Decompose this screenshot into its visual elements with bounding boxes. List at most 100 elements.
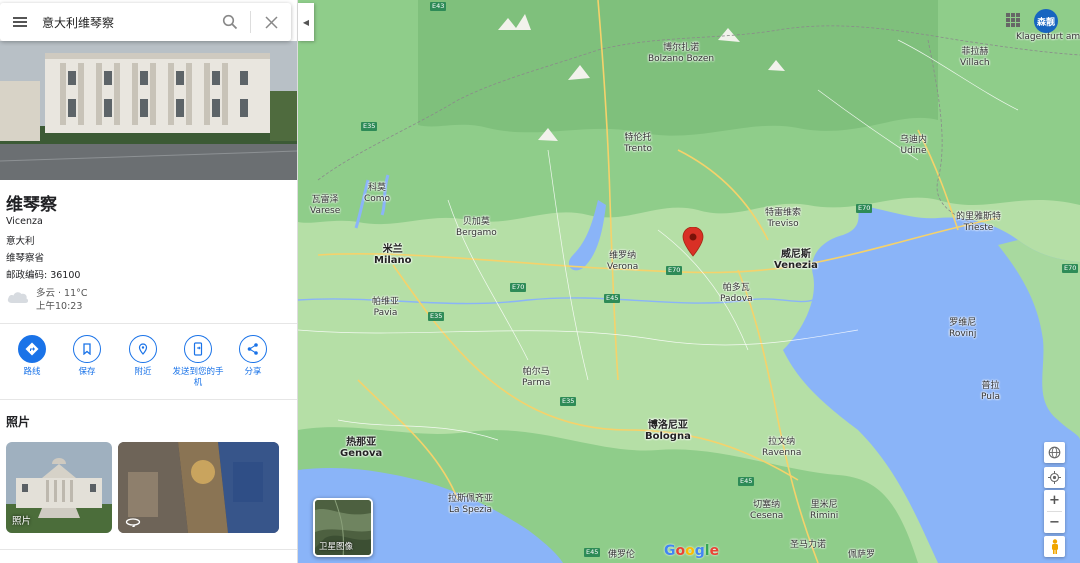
zoom-out-button[interactable]: − bbox=[1044, 512, 1065, 533]
bookmark-icon bbox=[73, 335, 101, 363]
city-label-la-spezia[interactable]: 拉斯佩齐亚 La Spezia bbox=[448, 494, 493, 516]
photo-360-thumbnail[interactable] bbox=[118, 442, 279, 533]
place-panel: 维琴察 Vicenza 意大利 维琴察省 邮政编码: 36100 多云 · 11… bbox=[0, 0, 298, 563]
road-shield: E45 bbox=[604, 294, 621, 303]
my-location-button[interactable] bbox=[1044, 467, 1065, 488]
zoom-controls: + − bbox=[1044, 490, 1065, 533]
city-label-verona[interactable]: 维罗纳 Verona bbox=[607, 251, 638, 273]
apps-grid-icon[interactable] bbox=[1006, 13, 1020, 27]
weather-widget: 多云 · 11°C 上午10:23 bbox=[6, 285, 206, 313]
address-line-country: 意大利 bbox=[6, 236, 35, 247]
send-to-phone-icon bbox=[184, 335, 212, 363]
address-line-postcode: 邮政编码: 36100 bbox=[6, 270, 81, 281]
search-input[interactable]: 意大利维琴察 bbox=[40, 14, 210, 31]
nearby-button[interactable]: 附近 bbox=[115, 335, 171, 378]
directions-button[interactable]: 路线 bbox=[4, 335, 60, 378]
city-label-rimini[interactable]: 里米尼 Rimini bbox=[810, 500, 838, 522]
360-view-icon bbox=[125, 518, 141, 527]
directions-label: 路线 bbox=[23, 367, 41, 377]
maps-app: 博尔扎诺 Bolzano Bozen 特伦托 Trento 瓦雷泽 Varese 科莫… bbox=[0, 0, 1080, 563]
share-icon bbox=[239, 335, 267, 363]
city-label-pavia[interactable]: 帕维亚 Pavia bbox=[372, 297, 399, 319]
city-label-villach[interactable]: 菲拉赫 Villach bbox=[960, 47, 990, 69]
my-location-icon bbox=[1048, 471, 1061, 484]
road-shield: E70 bbox=[666, 266, 683, 275]
chevron-left-icon: ◀ bbox=[302, 17, 310, 27]
city-label-ravenna[interactable]: 拉文纳 Ravenna bbox=[762, 437, 801, 459]
nearby-label: 附近 bbox=[134, 367, 152, 377]
cloud-icon bbox=[7, 292, 29, 303]
place-title: 维琴察 bbox=[6, 195, 57, 215]
city-label-udine[interactable]: 乌迪内 Udine bbox=[900, 135, 927, 157]
menu-icon[interactable] bbox=[0, 3, 40, 41]
globe-view-button[interactable] bbox=[1044, 442, 1065, 463]
weather-time: 上午10:23 bbox=[36, 301, 83, 312]
interior-photo bbox=[118, 442, 279, 533]
city-label-pesaro[interactable]: 佩萨罗 bbox=[848, 550, 875, 561]
save-label: 保存 bbox=[78, 367, 96, 377]
city-label-trieste[interactable]: 的里雅斯特 Trieste bbox=[956, 212, 1001, 234]
road-shield: E35 bbox=[428, 312, 445, 321]
city-label-parma[interactable]: 帕尔马 Parma bbox=[522, 367, 550, 389]
city-label-como[interactable]: 科莫 Como bbox=[364, 183, 390, 205]
road-shield: E70 bbox=[856, 204, 873, 213]
city-label-bolzano[interactable]: 博尔扎诺 Bolzano Bozen bbox=[648, 43, 714, 65]
city-label-san-marino[interactable]: 圣马力诺 bbox=[790, 540, 826, 551]
globe-icon bbox=[1048, 446, 1061, 459]
map-terrain bbox=[298, 0, 1080, 563]
address-line-city: Vicenza bbox=[6, 216, 43, 227]
road-shield: E35 bbox=[560, 397, 577, 406]
share-button[interactable]: 分享 bbox=[225, 335, 281, 378]
plus-icon: + bbox=[1049, 493, 1060, 508]
villa-photo bbox=[0, 41, 297, 180]
close-icon bbox=[264, 15, 278, 29]
road-shield: E43 bbox=[430, 2, 447, 11]
road-shield: E45 bbox=[738, 477, 755, 486]
photo-thumbnail[interactable]: 照片 bbox=[6, 442, 112, 533]
place-hero-photo[interactable] bbox=[0, 41, 297, 180]
divider bbox=[0, 323, 297, 324]
share-label: 分享 bbox=[244, 367, 262, 377]
clear-search-button[interactable] bbox=[251, 3, 291, 41]
city-label-bergamo[interactable]: 贝加莫 Bergamo bbox=[456, 217, 497, 239]
city-label-genova[interactable]: 热那亚 Genova bbox=[340, 437, 382, 459]
google-logo: Google bbox=[664, 543, 720, 559]
zoom-in-button[interactable]: + bbox=[1044, 490, 1065, 511]
city-label-treviso[interactable]: 特雷维索 Treviso bbox=[765, 208, 801, 230]
city-label-pula[interactable]: 普拉 Pula bbox=[981, 381, 1000, 403]
city-label-klagenfurt[interactable]: Klagenfurt am Wörthersee bbox=[1016, 32, 1080, 43]
satellite-label: 卫星图像 bbox=[319, 542, 354, 552]
city-label-trento[interactable]: 特伦托 Trento bbox=[624, 133, 652, 155]
map-canvas[interactable]: 博尔扎诺 Bolzano Bozen 特伦托 Trento 瓦雷泽 Varese 科莫… bbox=[298, 0, 1080, 563]
city-label-venezia[interactable]: 威尼斯 Venezia bbox=[774, 249, 818, 271]
divider bbox=[0, 549, 297, 550]
city-label-bologna[interactable]: 博洛尼亚 Bologna bbox=[645, 420, 691, 442]
city-label-milano[interactable]: 米兰 Milano bbox=[374, 244, 412, 266]
road-shield: E70 bbox=[1062, 264, 1079, 273]
road-shield: E45 bbox=[584, 548, 601, 557]
search-box: 意大利维琴察 bbox=[0, 3, 291, 41]
location-pin-icon[interactable] bbox=[682, 227, 704, 257]
address-line-province: 维琴察省 bbox=[6, 253, 45, 264]
city-label-firenze[interactable]: 佛罗伦 bbox=[608, 550, 635, 561]
minus-icon: − bbox=[1049, 515, 1060, 530]
search-icon bbox=[222, 14, 238, 30]
photo-thumbnail-label: 照片 bbox=[12, 516, 32, 527]
search-button[interactable] bbox=[210, 3, 250, 41]
send-to-phone-label: 发送到您的手机 bbox=[172, 367, 224, 388]
send-to-phone-button[interactable]: 发送到您的手机 bbox=[170, 335, 226, 389]
directions-icon bbox=[18, 335, 46, 363]
pegman-icon bbox=[1051, 539, 1058, 554]
road-shield: E35 bbox=[361, 122, 378, 131]
weather-condition: 多云 · 11°C bbox=[36, 288, 88, 299]
city-label-cesena[interactable]: 切塞纳 Cesena bbox=[750, 500, 783, 522]
city-label-varese[interactable]: 瓦雷泽 Varese bbox=[310, 195, 340, 217]
save-button[interactable]: 保存 bbox=[59, 335, 115, 378]
street-view-button[interactable] bbox=[1044, 536, 1065, 557]
city-label-padova[interactable]: 帕多瓦 Padova bbox=[720, 283, 753, 305]
city-label-rovinj[interactable]: 罗维尼 Rovinj bbox=[949, 318, 976, 340]
account-avatar[interactable]: 森靓 bbox=[1034, 9, 1058, 33]
satellite-layer-toggle[interactable]: 卫星图像 bbox=[313, 498, 373, 557]
photos-heading: 照片 bbox=[6, 415, 31, 429]
collapse-panel-button[interactable]: ◀ bbox=[298, 3, 314, 41]
